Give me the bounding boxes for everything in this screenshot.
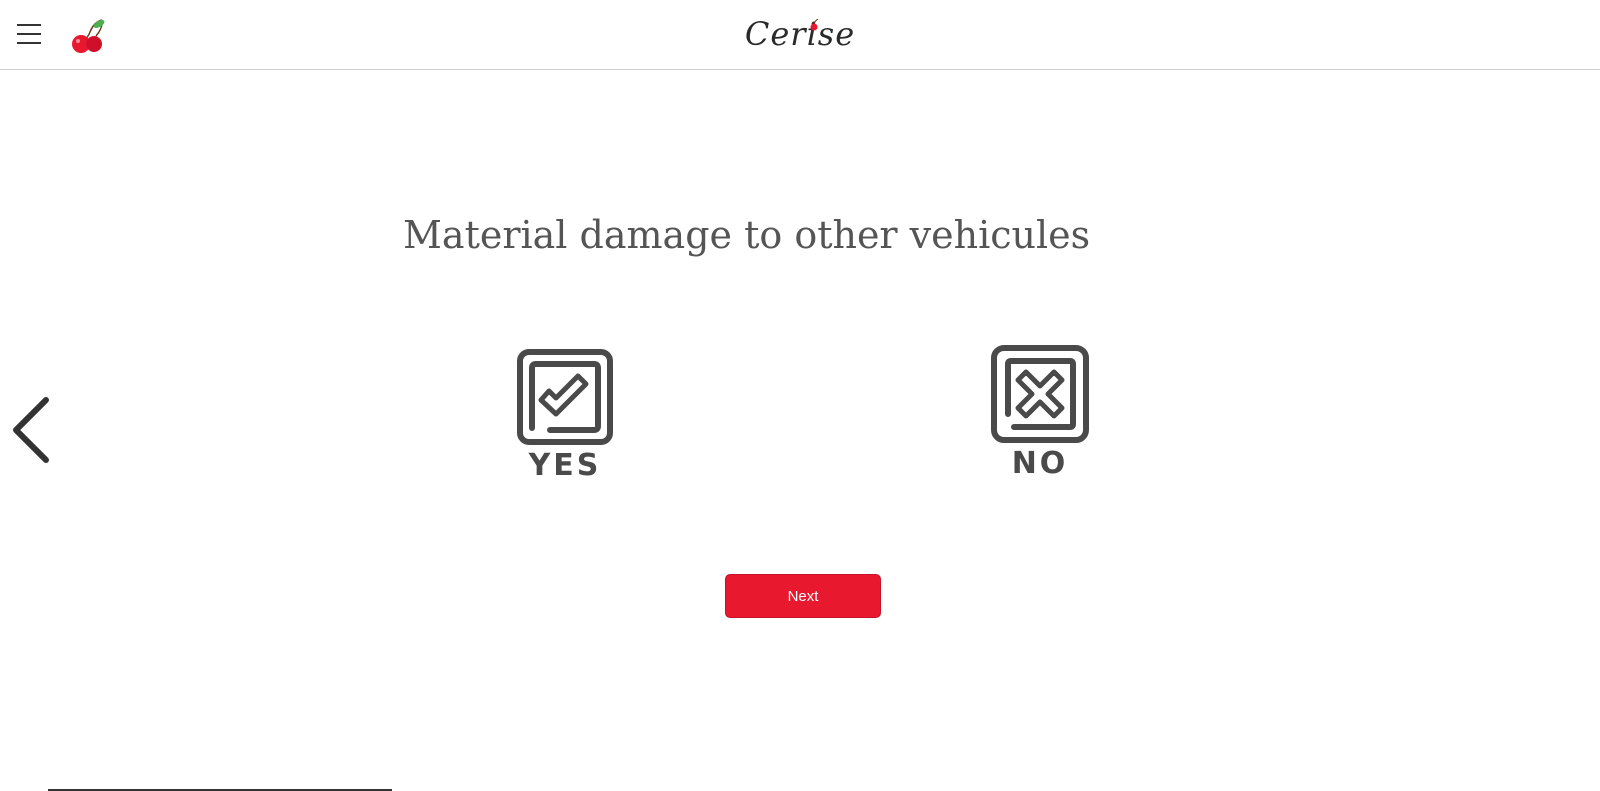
option-yes[interactable]: YES <box>510 348 620 488</box>
checkbox-cross-icon <box>991 345 1089 443</box>
cherry-logo-icon[interactable] <box>70 18 108 54</box>
question-title: Material damage to other vehicules <box>403 213 1091 257</box>
chevron-left-icon[interactable] <box>6 394 56 466</box>
brand-cherry-icon <box>810 19 819 31</box>
next-button[interactable]: Next <box>725 574 881 618</box>
option-no-label: NO <box>1011 446 1069 481</box>
top-bar: Cerise <box>0 0 1600 70</box>
option-no[interactable]: NO <box>983 344 1097 488</box>
brand-logo: Cerise <box>744 15 856 53</box>
option-yes-label: YES <box>528 448 602 483</box>
checkbox-checked-icon <box>517 349 613 445</box>
hamburger-menu-icon[interactable] <box>17 22 41 46</box>
